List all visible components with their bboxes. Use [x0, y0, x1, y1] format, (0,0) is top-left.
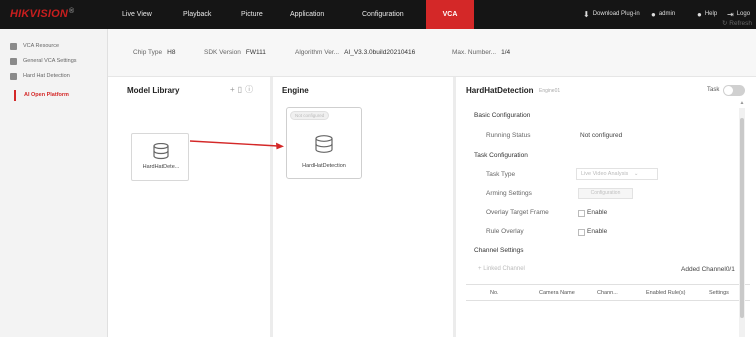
rule-overlay-enable-label: Enable [587, 228, 608, 235]
add-icon[interactable]: + [230, 85, 238, 94]
scroll-thumb[interactable] [740, 118, 744, 318]
download-icon: ⬇ [583, 10, 590, 19]
column-settings: Settings [709, 290, 729, 296]
sidebar-item-ai-open-platform[interactable]: AI Open Platform [14, 90, 104, 101]
task-toggle[interactable] [723, 85, 745, 96]
channel-settings-heading: Channel Settings [474, 247, 524, 254]
column-enabled-rules: Enabled Rule(s) [646, 290, 686, 296]
rule-overlay-checkbox[interactable] [578, 229, 585, 236]
info-icon[interactable]: ⓘ [245, 85, 256, 94]
sdk-version: SDK Version FW111 [204, 49, 266, 56]
algorithm-version: Algorithm Ver... AI_V3.3.0build20210416 [295, 49, 416, 56]
overlay-target-enable-label: Enable [587, 209, 608, 216]
settings-icon [10, 57, 17, 65]
rule-overlay-label: Rule Overlay [486, 228, 524, 235]
nav-application[interactable]: Application [290, 0, 324, 29]
engine-card-label: HardHatDetection [302, 163, 346, 169]
database-icon [153, 143, 169, 160]
nav-picture[interactable]: Picture [241, 0, 263, 29]
top-navigation-bar: HIKVISION® Live View Playback Picture Ap… [0, 0, 756, 29]
database-icon [315, 135, 333, 153]
sidebar-item-hard-hat-detection[interactable]: Hard Hat Detection [10, 71, 70, 81]
running-status-value: Not configured [580, 132, 623, 139]
model-library-title: Model Library [127, 86, 180, 95]
engine-status-badge: Not configured [290, 111, 330, 120]
configuration-button[interactable]: Configuration [578, 188, 633, 199]
model-library-tools: +▯ⓘ [230, 84, 256, 95]
max-number: Max. Number... 1/4 [452, 49, 511, 56]
nav-vca[interactable]: VCA [426, 0, 474, 29]
overlay-target-checkbox[interactable] [578, 210, 585, 217]
scroll-up-arrow[interactable]: ▲ [739, 100, 745, 108]
brand-mark: ® [69, 8, 75, 15]
channel-table-header: No. Camera Name Chann... Enabled Rule(s)… [466, 284, 750, 301]
help-icon: ● [697, 10, 702, 19]
basic-configuration-heading: Basic Configuration [474, 112, 531, 119]
user-menu[interactable]: ● admin [651, 0, 675, 29]
model-library-panel [108, 77, 270, 337]
task-type-select[interactable]: Live Video Analysis ⌄ [576, 168, 658, 180]
help-link[interactable]: ● Help [697, 0, 717, 29]
sidebar-item-general-vca-settings[interactable]: General VCA Settings [10, 56, 77, 66]
column-camera-name: Camera Name [539, 290, 575, 296]
device-info-bar: Chip Type H8 SDK Version FW111 Algorithm V… [108, 29, 756, 77]
nav-live-view[interactable]: Live View [122, 0, 152, 29]
refresh-button[interactable]: ↻ Refresh [722, 19, 752, 27]
panel-divider [453, 77, 456, 337]
detail-title: HardHatDetection [466, 86, 534, 95]
engine-card[interactable]: Not configured HardHatDetection [286, 107, 362, 179]
model-card[interactable]: HardHatDete... [131, 133, 189, 181]
toggle-knob [724, 86, 733, 95]
brand-name: HIKVISION [10, 8, 69, 20]
folder-icon [10, 42, 17, 50]
engine-title: Engine [282, 86, 309, 95]
nav-configuration[interactable]: Configuration [362, 0, 404, 29]
add-icon: + [478, 266, 482, 272]
task-configuration-heading: Task Configuration [474, 152, 528, 159]
running-status-label: Running Status [486, 132, 531, 139]
linked-channel-button[interactable]: + Linked Channel [478, 266, 525, 272]
nav-playback[interactable]: Playback [183, 0, 211, 29]
overlay-target-frame-label: Overlay Target Frame [486, 209, 549, 216]
list-icon [10, 72, 17, 80]
added-channel-count: Added Channel0/1 [681, 266, 735, 273]
delete-icon[interactable]: ▯ [238, 85, 245, 94]
left-sidebar: VCA Resource General VCA Settings Hard H… [0, 29, 108, 337]
chevron-down-icon: ⌄ [633, 171, 639, 177]
refresh-icon: ↻ [722, 20, 728, 27]
user-icon: ● [651, 10, 656, 19]
engine-id: Engine01 [539, 88, 561, 94]
chip-type: Chip Type H8 [133, 49, 176, 56]
task-type-label: Task Type [486, 171, 516, 178]
arming-settings-label: Arming Settings [486, 190, 532, 197]
download-plugin-link[interactable]: ⬇ Download Plug-in [583, 0, 640, 29]
sidebar-item-vca-resource[interactable]: VCA Resource [10, 41, 59, 51]
brand-logo: HIKVISION® [10, 8, 74, 20]
column-no: No. [490, 290, 499, 296]
deploy-arrow [189, 140, 284, 150]
detail-scrollbar[interactable] [739, 108, 745, 337]
model-card-label: HardHatDete... [142, 164, 180, 170]
task-label: Task [707, 87, 720, 93]
column-channel: Chann... [597, 290, 618, 296]
panel-divider [270, 77, 273, 337]
